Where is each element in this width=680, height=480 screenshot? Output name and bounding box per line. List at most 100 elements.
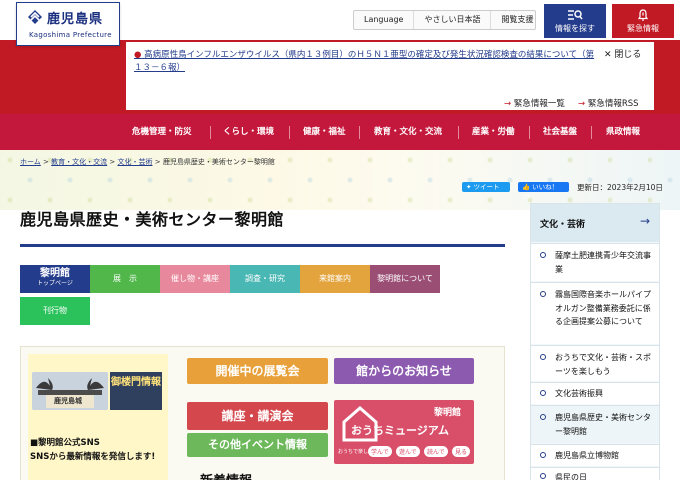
sns-heading: ■黎明館公式SNS (30, 438, 100, 448)
sidebar-item-home-culture[interactable]: おうちで文化・芸術・スポーツを楽しもう (531, 345, 659, 381)
sidebar-item-arts-promotion[interactable]: 文化芸術振興 (531, 382, 659, 404)
breadcrumb-current: 鹿児島県歴史・美術センター黎明館 (162, 158, 275, 166)
castle-gate-signboard: 鹿児島城 (54, 397, 82, 405)
breadcrumb: ホーム > 教育・文化・交流 > 文化・芸術 > 鹿児島県歴史・美術センター黎明… (20, 157, 275, 167)
language-link[interactable]: Language (354, 11, 415, 29)
circle-bullet-icon (540, 473, 546, 479)
accessibility-link[interactable]: 閲覧支援 (491, 11, 543, 29)
home-museum-title: おうちミュージアム (351, 424, 450, 437)
chip-read: 読んで (424, 446, 448, 457)
site-logo[interactable]: 鹿児島県 Kagoshima Prefecture (16, 2, 120, 46)
chip-play: 遊んで (396, 446, 420, 457)
chip-see: 見る (452, 446, 471, 457)
home-museum-top-label: 黎明館 (434, 408, 462, 418)
page-title: 鹿児島県歴史・美術センター黎明館 (20, 210, 285, 229)
breadcrumb-separator: > (109, 158, 116, 166)
castle-gate-info-link[interactable]: 御楼門情報 (110, 372, 162, 410)
tab-about[interactable]: 黎明館について (370, 265, 440, 293)
sidebar-item-prefecture-day[interactable]: 県民の日 (531, 467, 659, 480)
arrow-right-icon: → (578, 99, 586, 109)
search-icon (568, 10, 583, 20)
circle-bullet-icon (540, 291, 546, 297)
sns-description: SNSから最新情報を発信します! (30, 452, 156, 462)
bullet-icon: ● (134, 50, 142, 60)
nav-item-living[interactable]: くらし・環境 (223, 125, 274, 137)
sidebar-item-reimeikan[interactable]: 鹿児島県歴史・美術センター黎明館 (531, 405, 659, 443)
emergency-banner: ● 高病原性鳥インフルエンザウイルス（県内１３例目）のＨ５Ｎ１亜型の確定及び発生… (0, 40, 680, 114)
easy-japanese-link[interactable]: やさしい日本語 (414, 11, 492, 29)
nav-item-industry[interactable]: 産業・労働 (472, 125, 515, 137)
emergency-box: ● 高病原性鳥インフルエンザウイルス（県内１３例目）のＨ５Ｎ１亜型の確定及び発生… (126, 42, 654, 110)
sidebar-item-label: 県民の日 (555, 473, 587, 480)
breadcrumb-home[interactable]: ホーム (20, 158, 41, 166)
twitter-bird-icon: ✦ (466, 183, 472, 191)
circle-bullet-icon (540, 252, 546, 258)
breadcrumb-education[interactable]: 教育・文化・交流 (51, 158, 107, 166)
nav-item-disaster[interactable]: 危機管理・防災 (132, 125, 192, 137)
tab-visit-guide[interactable]: 来館案内 (300, 265, 370, 293)
nav-item-prefecture[interactable]: 県政情報 (606, 125, 640, 137)
museum-news-button[interactable]: 館からのお知らせ (334, 358, 474, 384)
emergency-headline-link[interactable]: ● 高病原性鳥インフルエンザウイルス（県内１３例目）のＨ５Ｎ１亜型の確定及び発生… (134, 49, 596, 75)
logo-name: 鹿児島県 (47, 12, 104, 27)
updated-date: 更新日：2023年2月10日 (577, 183, 663, 192)
lectures-button[interactable]: 講座・講演会 (187, 402, 328, 430)
thumbs-up-icon: 👍 (522, 183, 531, 191)
news-heading: 新着情報 (200, 470, 252, 480)
sidebar-item-label: 鹿児島県立博物館 (555, 451, 619, 460)
emergency-rss-link[interactable]: → 緊急情報RSS (578, 97, 639, 109)
tweet-button[interactable]: ✦ ツイート (462, 182, 510, 192)
current-exhibitions-button[interactable]: 開催中の展覧会 (187, 358, 328, 384)
nav-divider (359, 126, 360, 139)
tab-events[interactable]: 催し物・講座 (160, 265, 230, 293)
tab-exhibitions[interactable]: 展 示 (90, 265, 160, 293)
breadcrumb-culture[interactable]: 文化・芸術 (117, 158, 152, 166)
close-label: 閉じる (614, 50, 642, 60)
circle-bullet-icon (540, 354, 546, 360)
nav-item-health[interactable]: 健康・福祉 (303, 125, 346, 137)
emergency-list-link[interactable]: → 緊急情報一覧 (504, 97, 565, 109)
breadcrumb-separator: > (43, 158, 49, 166)
emergency-rss-label: 緊急情報RSS (587, 99, 639, 109)
sidebar-item-youth-exchange[interactable]: 薩摩土肥連携青少年交流事業 (531, 243, 659, 281)
emergency-close-button[interactable]: ✕ 閉じる (604, 47, 641, 60)
tab-museum-top-big: 黎明館 (40, 268, 70, 279)
tab-museum-top[interactable]: 黎明館 トップページ (20, 265, 90, 293)
nav-item-education[interactable]: 教育・文化・交流 (374, 125, 442, 137)
nav-divider (289, 126, 290, 139)
arrow-right-icon: → (640, 214, 651, 228)
utility-links: Language やさしい日本語 閲覧支援 (353, 10, 536, 30)
sidebar-item-museum[interactable]: 鹿児島県立博物館 (531, 444, 659, 466)
emergency-info-button[interactable]: 緊急情報 (612, 4, 674, 38)
other-events-button[interactable]: その他イベント情報 (187, 433, 328, 457)
prefecture-emblem-icon (28, 10, 42, 24)
tab-publications[interactable]: 刊行物 (20, 297, 90, 325)
home-museum-button[interactable]: 黎明館 おうちミュージアム おうちで楽しく 学んで 遊んで 読んで 見る (334, 400, 474, 464)
facebook-like-button[interactable]: 👍 いいね！ 29 (518, 182, 569, 201)
sidebar-item-label: 鹿児島県歴史・美術センター黎明館 (555, 413, 651, 436)
circle-bullet-icon (540, 452, 546, 458)
tab-museum-top-small: トップページ (37, 280, 73, 287)
sidebar-item-label: 霧島国際音楽ホールパイプオルガン整備業務委託に係る企画提案公募について (555, 290, 651, 326)
global-nav: 危機管理・防災 くらし・環境 健康・福祉 教育・文化・交流 産業・労働 社会基盤… (0, 114, 680, 150)
tweet-label: ツイート (473, 183, 500, 191)
sidebar-header-label: 文化・芸術 (540, 220, 586, 230)
nav-divider (529, 126, 530, 139)
chip-learn: 学んで (368, 446, 392, 457)
nav-item-infrastructure[interactable]: 社会基盤 (543, 125, 577, 137)
search-info-button[interactable]: 情報を探す (544, 4, 606, 38)
castle-gate-image[interactable]: 鹿児島城 (32, 372, 108, 410)
sidebar-item-label: 文化芸術振興 (555, 389, 603, 398)
title-underline (20, 244, 505, 247)
search-info-label: 情報を探す (555, 24, 595, 33)
emergency-info-label: 緊急情報 (627, 24, 659, 33)
sidebar-item-organ[interactable]: 霧島国際音楽ホールパイプオルガン整備業務委託に係る企画提案公募について (531, 282, 659, 344)
circle-bullet-icon (540, 414, 546, 420)
nav-divider (210, 126, 211, 139)
sidebar-item-label: 薩摩土肥連携青少年交流事業 (555, 251, 651, 274)
tab-research[interactable]: 調査・研究 (230, 265, 300, 293)
close-icon: ✕ (604, 50, 612, 60)
nav-divider (591, 126, 592, 139)
alert-bell-icon (637, 9, 649, 21)
sidebar-item-label: おうちで文化・芸術・スポーツを楽しもう (555, 353, 651, 376)
